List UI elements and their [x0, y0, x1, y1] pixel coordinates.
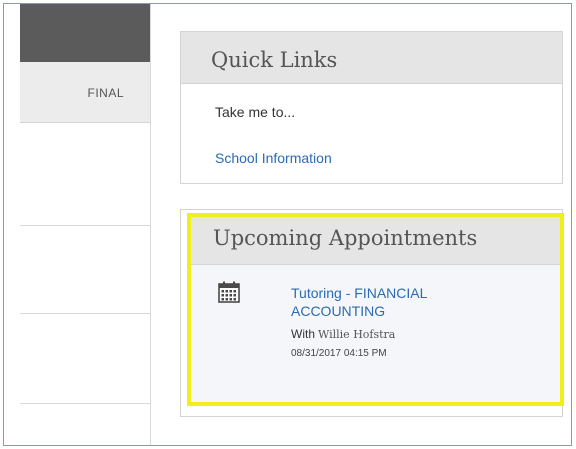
- grade-table: FINAL: [20, 4, 151, 445]
- final-column-header[interactable]: FINAL: [20, 62, 150, 123]
- table-row-divider: [20, 225, 150, 226]
- calendar-icon: [218, 281, 240, 303]
- quick-links-prompt: Take me to...: [215, 104, 296, 120]
- quick-links-title: Quick Links: [181, 32, 562, 84]
- appointment-tutor-name: Willie Hofstra: [318, 328, 396, 341]
- final-column-label: FINAL: [87, 86, 124, 100]
- appointments-highlight-box: Upcoming Appointments Tutoring - FINANCI…: [187, 213, 564, 406]
- table-row-divider: [20, 403, 150, 404]
- quick-links-panel: Quick Links Take me to... School Informa…: [180, 31, 563, 184]
- appointment-with-line: With Willie Hofstra: [291, 327, 395, 341]
- screenshot-frame: FINAL Quick Links Take me to... School I…: [3, 3, 572, 446]
- appointment-datetime: 08/31/2017 04:15 PM: [291, 348, 387, 359]
- grade-table-dark-header: [20, 4, 150, 62]
- upcoming-appointments-title: Upcoming Appointments: [191, 217, 560, 265]
- table-row-divider: [20, 313, 150, 314]
- appointment-title-link[interactable]: Tutoring - FINANCIAL ACCOUNTING: [291, 284, 511, 320]
- school-information-link[interactable]: School Information: [215, 150, 332, 166]
- appointment-with-label: With: [291, 327, 315, 341]
